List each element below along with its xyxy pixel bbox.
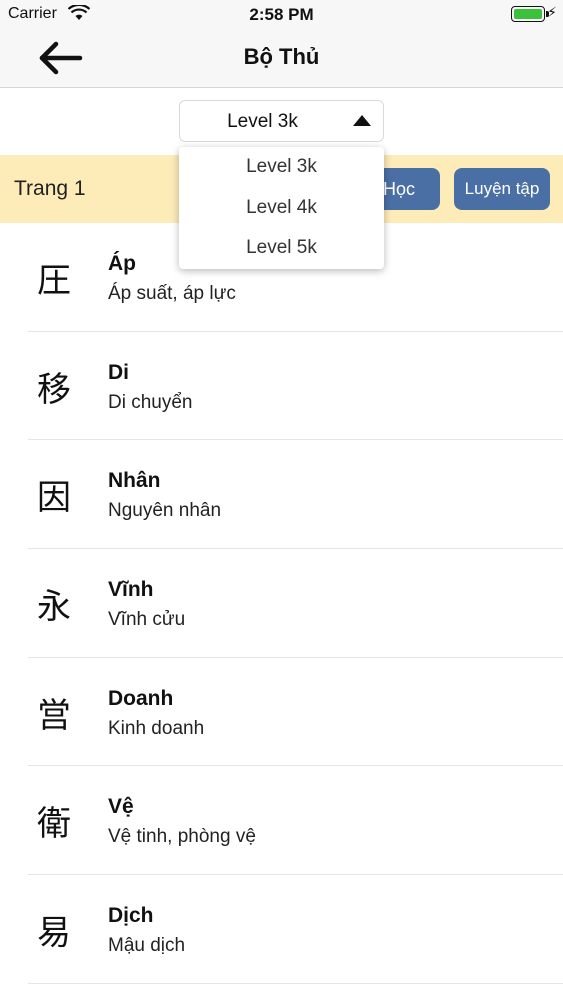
caret-up-icon (353, 115, 371, 126)
word-meaning: Nguyên nhân (108, 500, 222, 522)
word-meaning: Vĩnh cửu (108, 609, 186, 631)
navigation-bar: Bộ Thủ (0, 28, 563, 88)
word-title: Vĩnh (108, 578, 154, 602)
word-title: Nhân (108, 469, 161, 493)
kanji-character: 営 (37, 695, 71, 736)
list-item[interactable]: 永 Vĩnh Vĩnh cửu (28, 549, 563, 658)
level-option[interactable]: Level 5k (179, 228, 384, 269)
page-title: Bộ Thủ (243, 44, 320, 69)
kanji-character: 圧 (37, 261, 71, 301)
word-meaning: Di chuyển (108, 391, 193, 413)
kanji-character: 移 (37, 369, 71, 410)
kanji-list: 圧 Áp Áp suất, áp lực 移 Di Di chuyển 因 Nh… (0, 223, 563, 984)
list-item[interactable]: 衛 Vệ Vệ tinh, phòng vệ (28, 766, 563, 876)
word-title: Vệ (108, 795, 134, 819)
word-title: Di (108, 360, 129, 384)
word-meaning: Kinh doanh (108, 717, 205, 739)
level-select-value: Level 3k (227, 111, 298, 132)
word-title: Áp (108, 252, 136, 275)
level-select[interactable]: Level 3k (179, 100, 384, 142)
clock: 2:58 PM (249, 5, 314, 24)
status-bar: Carrier 2:58 PM ⚡ (0, 0, 563, 28)
level-option[interactable]: Level 3k (179, 147, 384, 188)
level-dropdown: Level 3k Level 4k Level 5k (179, 147, 384, 269)
word-meaning: Áp suất, áp lực (108, 283, 236, 304)
battery-icon (511, 6, 549, 22)
kanji-character: 衛 (37, 804, 71, 845)
list-item[interactable]: 移 Di Di chuyển (28, 332, 563, 441)
charging-icon: ⚡ (547, 4, 557, 20)
list-item[interactable]: 易 Dịch Mậu dịch (28, 875, 563, 984)
list-item[interactable]: 営 Doanh Kinh doanh (28, 658, 563, 767)
word-meaning: Mậu dịch (108, 935, 186, 957)
list-item[interactable]: 因 Nhân Nguyên nhân (28, 440, 563, 550)
level-option[interactable]: Level 4k (179, 188, 384, 229)
practice-button[interactable]: Luyện tập (454, 168, 550, 210)
page-label: Trang 1 (14, 177, 86, 200)
word-title: Dịch (108, 904, 154, 928)
kanji-character: 永 (37, 587, 71, 628)
word-meaning: Vệ tinh, phòng vệ (108, 826, 256, 848)
kanji-character: 因 (37, 478, 71, 519)
kanji-character: 易 (37, 913, 71, 954)
word-title: Doanh (108, 686, 174, 710)
